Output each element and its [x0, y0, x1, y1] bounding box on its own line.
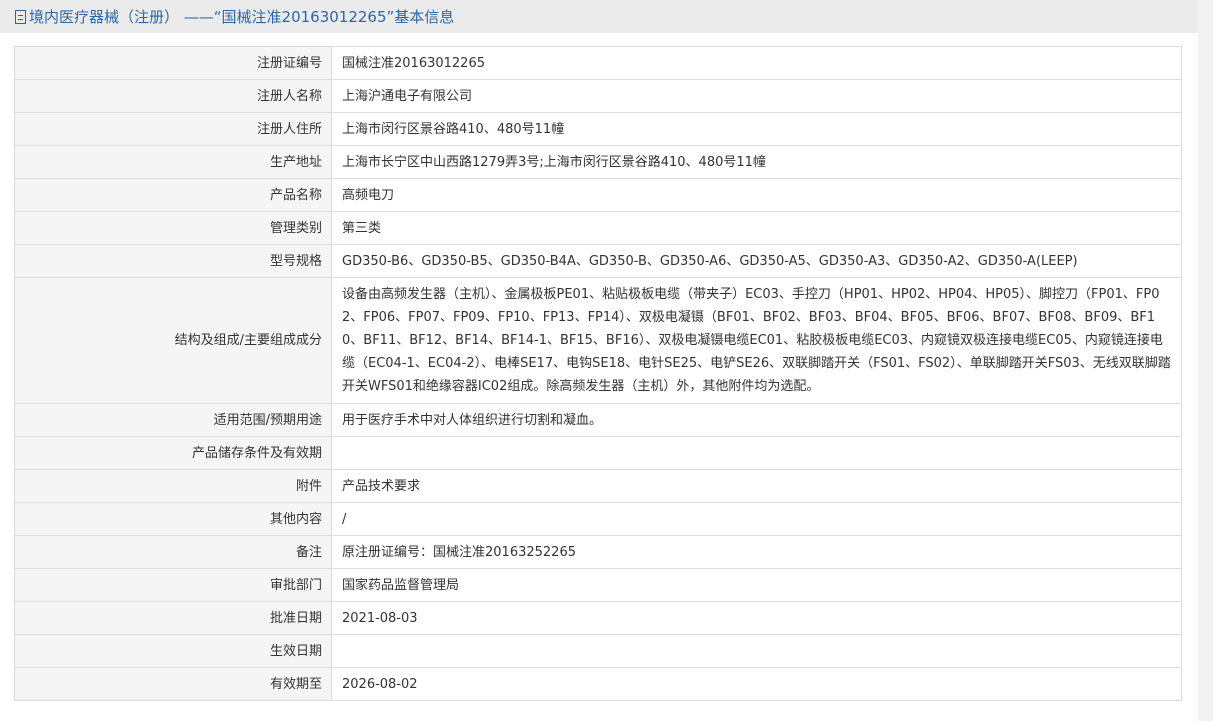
- row-intended-use: 适用范围/预期用途 用于医疗手术中对人体组织进行切割和凝血。: [14, 403, 1182, 437]
- field-label: 附件: [14, 469, 332, 503]
- field-value: 设备由高频发生器（主机）、金属极板PE01、粘贴极板电缆（带夹子）EC03、手控…: [331, 277, 1182, 404]
- document-icon: [15, 9, 26, 24]
- row-valid-until: 有效期至 2026-08-02: [14, 667, 1182, 701]
- page-header: 境内医疗器械（注册） ——“国械注准20163012265”基本信息: [0, 0, 1198, 33]
- field-value: 上海市闵行区景谷路410、480号11幢: [331, 112, 1182, 146]
- row-remarks: 备注 原注册证编号：国械注准20163252265: [14, 535, 1182, 569]
- field-label: 产品储存条件及有效期: [14, 436, 332, 470]
- field-value: [331, 634, 1182, 668]
- field-value: 上海沪通电子有限公司: [331, 79, 1182, 113]
- row-registration-number: 注册证编号 国械注准20163012265: [14, 46, 1182, 80]
- field-value: GD350-B6、GD350-B5、GD350-B4A、GD350-B、GD35…: [331, 244, 1182, 278]
- row-registrant-name: 注册人名称 上海沪通电子有限公司: [14, 79, 1182, 113]
- row-other-content: 其他内容 /: [14, 502, 1182, 536]
- field-value: 2021-08-03: [331, 601, 1182, 635]
- page-title: 境内医疗器械（注册） ——“国械注准20163012265”基本信息: [29, 8, 455, 26]
- field-label: 审批部门: [14, 568, 332, 602]
- field-label: 生产地址: [14, 145, 332, 179]
- row-product-name: 产品名称 高频电刀: [14, 178, 1182, 212]
- field-label: 注册人住所: [14, 112, 332, 146]
- row-registrant-address: 注册人住所 上海市闵行区景谷路410、480号11幢: [14, 112, 1182, 146]
- field-value: 原注册证编号：国械注准20163252265: [331, 535, 1182, 569]
- row-attachment: 附件 产品技术要求: [14, 469, 1182, 503]
- row-approval-department: 审批部门 国家药品监督管理局: [14, 568, 1182, 602]
- row-effective-date: 生效日期: [14, 634, 1182, 668]
- field-label: 生效日期: [14, 634, 332, 668]
- field-label: 产品名称: [14, 178, 332, 212]
- field-label: 管理类别: [14, 211, 332, 245]
- field-value: 高频电刀: [331, 178, 1182, 212]
- row-structure-composition: 结构及组成/主要组成成分 设备由高频发生器（主机）、金属极板PE01、粘贴极板电…: [14, 277, 1182, 404]
- field-value: /: [331, 502, 1182, 536]
- vertical-scrollbar[interactable]: [1198, 0, 1213, 721]
- row-management-category: 管理类别 第三类: [14, 211, 1182, 245]
- field-value: 2026-08-02: [331, 667, 1182, 701]
- field-value: [331, 436, 1182, 470]
- field-value: 用于医疗手术中对人体组织进行切割和凝血。: [331, 403, 1182, 437]
- page: 境内医疗器械（注册） ——“国械注准20163012265”基本信息 注册证编号…: [0, 0, 1213, 721]
- row-storage-conditions: 产品储存条件及有效期: [14, 436, 1182, 470]
- field-label: 结构及组成/主要组成成分: [14, 277, 332, 404]
- field-label: 批准日期: [14, 601, 332, 635]
- field-label: 适用范围/预期用途: [14, 403, 332, 437]
- field-value: 国家药品监督管理局: [331, 568, 1182, 602]
- field-label: 注册证编号: [14, 46, 332, 80]
- field-value: 产品技术要求: [331, 469, 1182, 503]
- row-production-address: 生产地址 上海市长宁区中山西路1279弄3号;上海市闵行区景谷路410、480号…: [14, 145, 1182, 179]
- field-label: 有效期至: [14, 667, 332, 701]
- field-value: 上海市长宁区中山西路1279弄3号;上海市闵行区景谷路410、480号11幢: [331, 145, 1182, 179]
- row-approval-date: 批准日期 2021-08-03: [14, 601, 1182, 635]
- field-label: 注册人名称: [14, 79, 332, 113]
- field-value: 国械注准20163012265: [331, 46, 1182, 80]
- info-table: 注册证编号 国械注准20163012265 注册人名称 上海沪通电子有限公司 注…: [14, 46, 1182, 701]
- field-label: 备注: [14, 535, 332, 569]
- field-value: 第三类: [331, 211, 1182, 245]
- field-label: 其他内容: [14, 502, 332, 536]
- row-model-spec: 型号规格 GD350-B6、GD350-B5、GD350-B4A、GD350-B…: [14, 244, 1182, 278]
- field-label: 型号规格: [14, 244, 332, 278]
